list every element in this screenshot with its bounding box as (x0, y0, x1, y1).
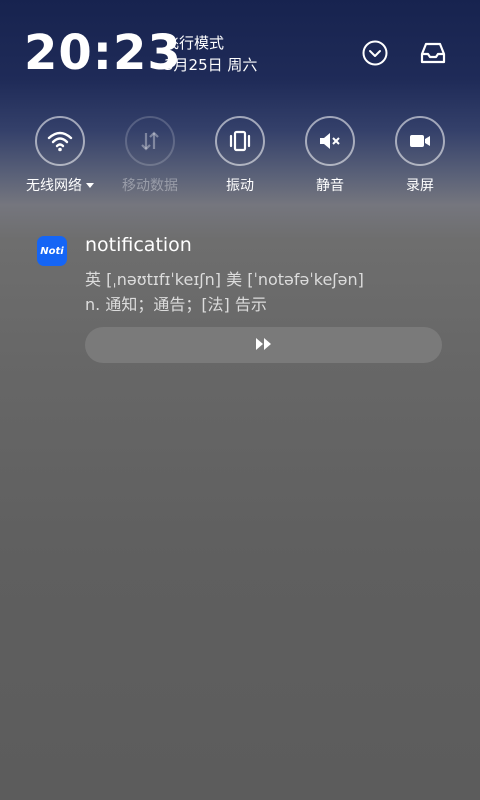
tile-mobile-data[interactable]: 移动数据 (110, 116, 190, 195)
date-block: 飞行模式 3月25日 周六 (164, 32, 257, 76)
tile-wifi[interactable]: 无线网络 (20, 116, 100, 195)
tile-screen-record[interactable]: 录屏 (380, 116, 460, 195)
fast-forward-icon (254, 336, 274, 355)
mute-icon[interactable] (305, 116, 355, 166)
notification-card[interactable]: Noti notification 英 [ˌnəʊtɪfɪˈkeɪʃn] 美 [… (0, 230, 480, 370)
quick-settings-panel: 无线网络 移动数据 振动 静音 录屏 (0, 116, 480, 206)
play-pronunciation-button[interactable] (85, 327, 442, 363)
tile-mute-label: 静音 (316, 178, 344, 194)
caret-down-icon[interactable] (86, 183, 94, 188)
definition-text: n. 通知；通告；[法] 告示 (85, 295, 267, 314)
tile-vibrate[interactable]: 振动 (200, 116, 280, 195)
tile-mute[interactable]: 静音 (290, 116, 370, 195)
tile-screen-record-label: 录屏 (406, 178, 434, 194)
app-icon-text: Noti (40, 245, 64, 257)
expand-icon[interactable] (360, 38, 390, 68)
wifi-icon[interactable] (35, 116, 85, 166)
date-text[interactable]: 3月25日 周六 (164, 54, 257, 76)
vibrate-icon[interactable] (215, 116, 265, 166)
tile-wifi-label-text: 无线网络 (26, 178, 82, 194)
airplane-mode-text: 飞行模式 (164, 34, 225, 52)
tile-mobile-data-label: 移动数据 (122, 178, 178, 194)
tile-vibrate-label: 振动 (226, 178, 254, 194)
mobile-data-icon[interactable] (125, 116, 175, 166)
shade-header: 20:23 飞行模式 3月25日 周六 (0, 0, 480, 100)
notification-tray-icon[interactable] (418, 38, 448, 68)
tile-wifi-label: 无线网络 (20, 175, 100, 195)
app-icon[interactable]: Noti (37, 236, 67, 266)
screen-record-icon[interactable] (395, 116, 445, 166)
notification-title[interactable]: notification (85, 234, 192, 256)
clock[interactable]: 20:23 (24, 24, 182, 82)
phonetic-text: 英 [ˌnəʊtɪfɪˈkeɪʃn] 美 [ˈnotəfəˈkeʃən] (85, 270, 364, 289)
